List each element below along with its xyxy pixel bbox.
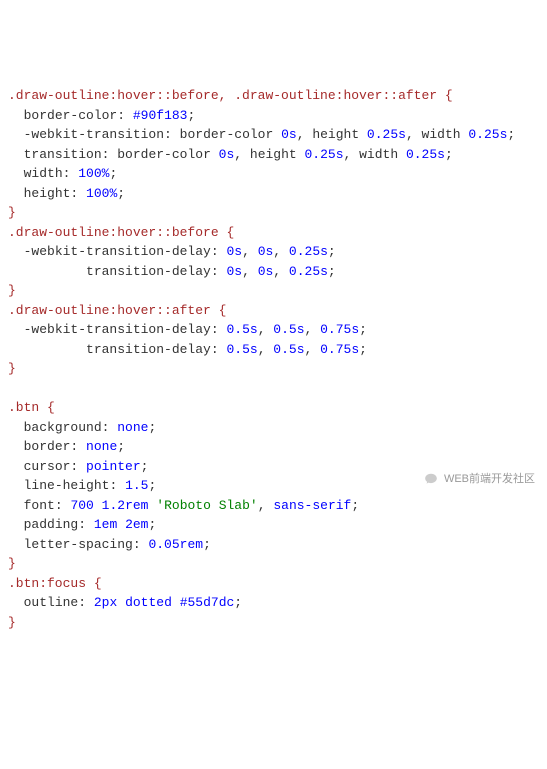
css-prop: -webkit-transition-delay <box>24 244 211 259</box>
css-prop: padding <box>24 517 79 532</box>
css-value: none <box>117 420 148 435</box>
css-value: pointer <box>86 459 141 474</box>
css-prop: height <box>24 186 71 201</box>
css-prop: background <box>24 420 102 435</box>
wechat-icon <box>424 472 438 486</box>
css-prop: border <box>24 439 71 454</box>
css-value: #90f183 <box>133 108 188 123</box>
css-prop: -webkit-transition-delay <box>24 322 211 337</box>
selector: .btn:focus <box>8 576 86 591</box>
css-prop: transition <box>24 147 102 162</box>
css-prop: width <box>24 166 63 181</box>
brace-open: { <box>445 88 453 103</box>
css-prop: transition-delay <box>86 342 211 357</box>
css-prop: transition-delay <box>86 264 211 279</box>
css-prop: line-height <box>24 478 110 493</box>
css-prop: letter-spacing <box>24 537 133 552</box>
css-prop: outline <box>24 595 79 610</box>
watermark-text: WEB前端开发社区 <box>444 471 535 488</box>
selector: .draw-outline:hover::after <box>8 303 211 318</box>
css-prop: -webkit-transition <box>24 127 164 142</box>
css-prop: border-color <box>24 108 118 123</box>
css-value: 100% <box>78 166 109 181</box>
watermark: WEB前端开发社区 <box>424 471 535 488</box>
css-prop: cursor <box>24 459 71 474</box>
selector: .btn <box>8 400 39 415</box>
selector: .draw-outline:hover::before <box>8 225 219 240</box>
css-value: none <box>86 439 117 454</box>
code-block: .draw-outline:hover::before, .draw-outli… <box>8 86 539 632</box>
css-value: 100% <box>86 186 117 201</box>
brace-close: } <box>8 205 16 220</box>
selector: .draw-outline:hover::before, .draw-outli… <box>8 88 437 103</box>
css-prop: font <box>24 498 55 513</box>
css-value: 1.5 <box>125 478 148 493</box>
css-value: 0.05rem <box>148 537 203 552</box>
